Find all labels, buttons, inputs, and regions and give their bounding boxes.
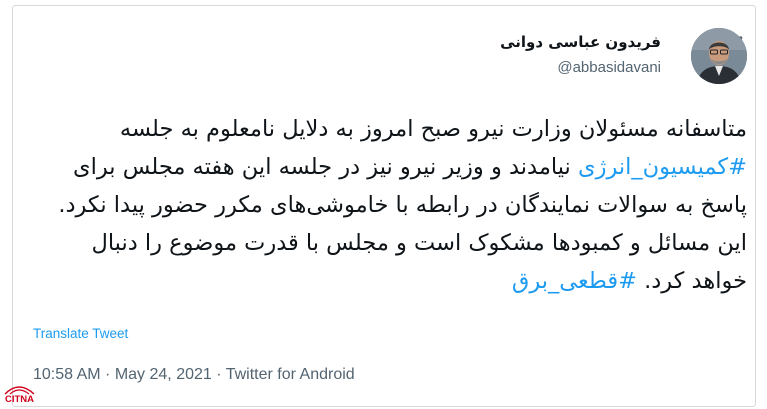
tweet-meta: 10:58 AM · May 24, 2021 · Twitter for An… xyxy=(33,366,355,384)
meta-separator: · xyxy=(100,366,115,383)
author-display-name[interactable]: فریدون عباسی دوانی xyxy=(500,32,661,52)
author-block: فریدون عباسی دوانی @abbasidavani xyxy=(500,32,661,78)
tweet-card: فریدون عباسی دوانی @abbasidavani متاسفان… xyxy=(12,5,756,407)
hashtag-link[interactable]: #قطعی_برق xyxy=(512,268,637,294)
tweet-time[interactable]: 10:58 AM xyxy=(33,366,101,383)
citna-watermark-logo: CITNA xyxy=(0,383,39,409)
watermark-arc-icon xyxy=(4,386,35,395)
avatar[interactable] xyxy=(691,28,747,84)
translate-tweet-link[interactable]: Translate Tweet xyxy=(33,326,128,341)
watermark-text: CITNA xyxy=(4,394,35,405)
tweet-text-part: متاسفانه مسئولان وزارت نیرو صبح امروز به… xyxy=(119,116,747,142)
profile-photo xyxy=(691,28,747,84)
meta-separator: · xyxy=(211,366,226,383)
hashtag-link[interactable]: #کمیسیون_انرژی xyxy=(578,154,747,180)
tweet-date[interactable]: May 24, 2021 xyxy=(115,366,212,383)
author-handle[interactable]: @abbasidavani xyxy=(500,58,661,78)
tweet-source[interactable]: Twitter for Android xyxy=(226,366,355,383)
tweet-text: متاسفانه مسئولان وزارت نیرو صبح امروز به… xyxy=(41,110,747,300)
